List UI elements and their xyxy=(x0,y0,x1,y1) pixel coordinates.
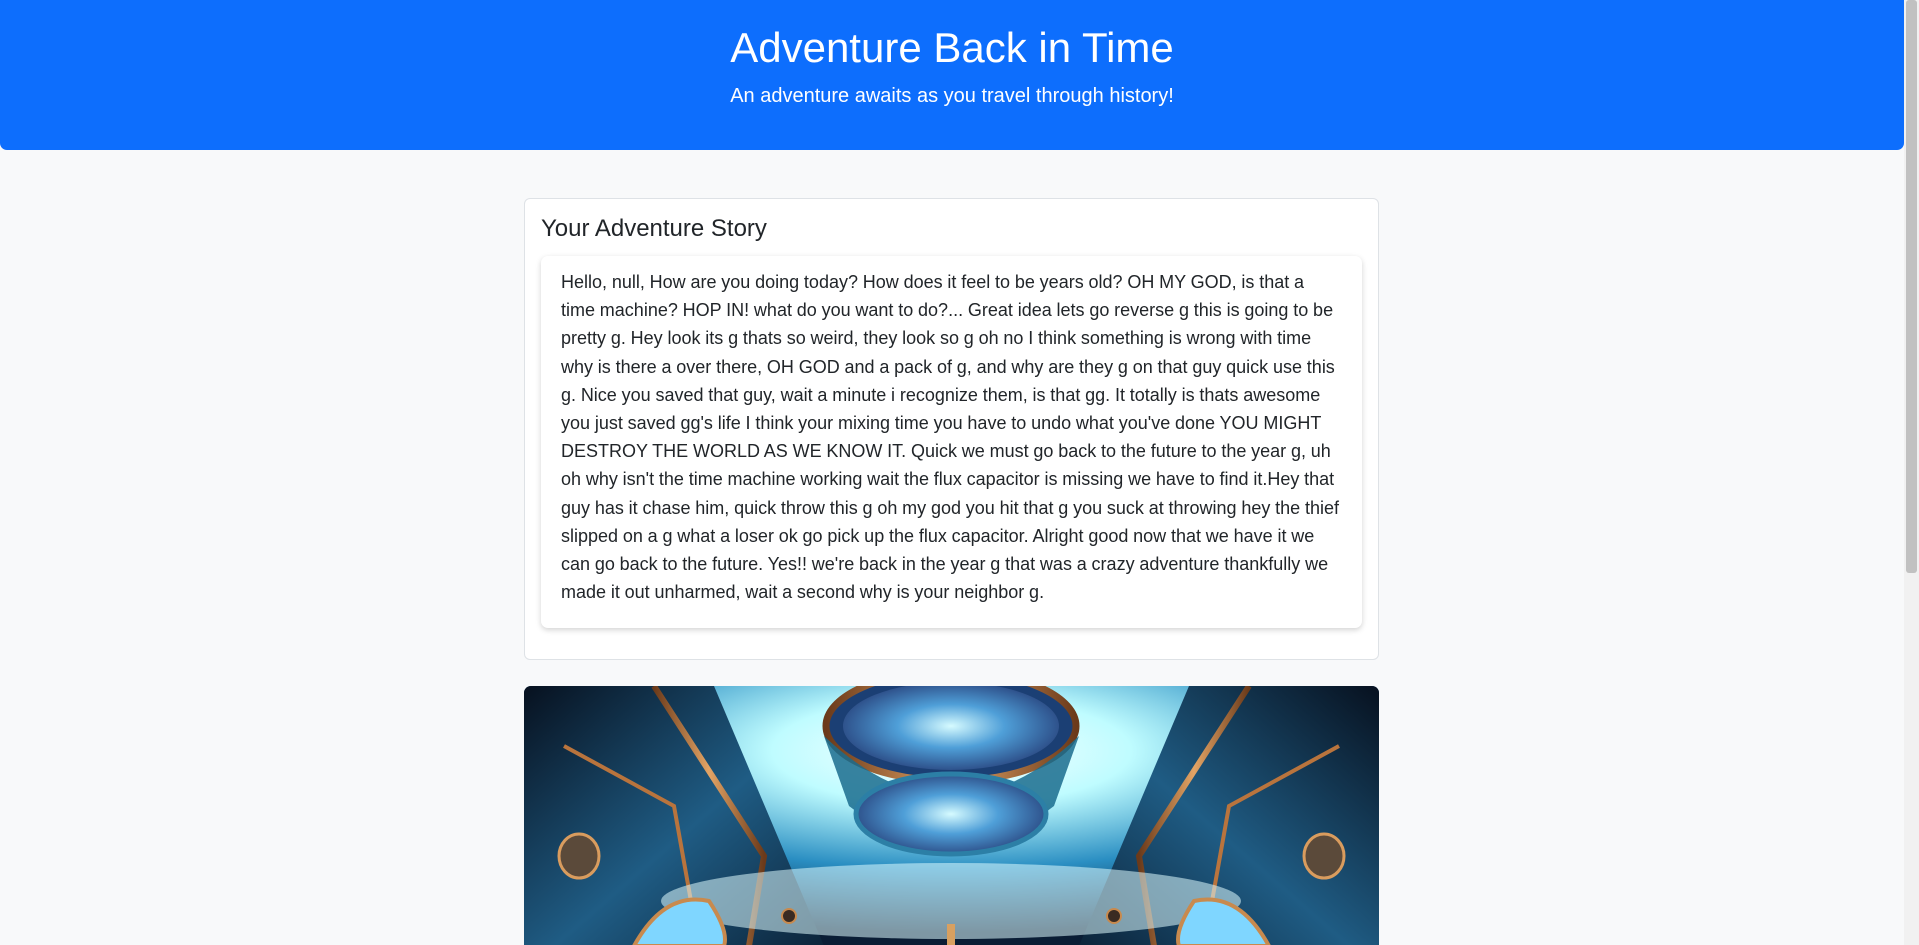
story-text: Hello, null, How are you doing today? Ho… xyxy=(541,256,1362,628)
story-card: Your Adventure Story Hello, null, How ar… xyxy=(524,198,1379,660)
scrollbar-thumb[interactable] xyxy=(1906,0,1917,573)
time-machine-image xyxy=(524,686,1379,945)
page-subtitle: An adventure awaits as you travel throug… xyxy=(730,85,1174,107)
page-scrollbar[interactable] xyxy=(1904,0,1919,945)
page-header: Adventure Back in Time An adventure awai… xyxy=(0,0,1904,150)
page: Adventure Back in Time An adventure awai… xyxy=(0,0,1919,945)
page-title: Adventure Back in Time xyxy=(730,24,1174,71)
story-image xyxy=(524,686,1379,945)
story-heading: Your Adventure Story xyxy=(541,215,767,242)
